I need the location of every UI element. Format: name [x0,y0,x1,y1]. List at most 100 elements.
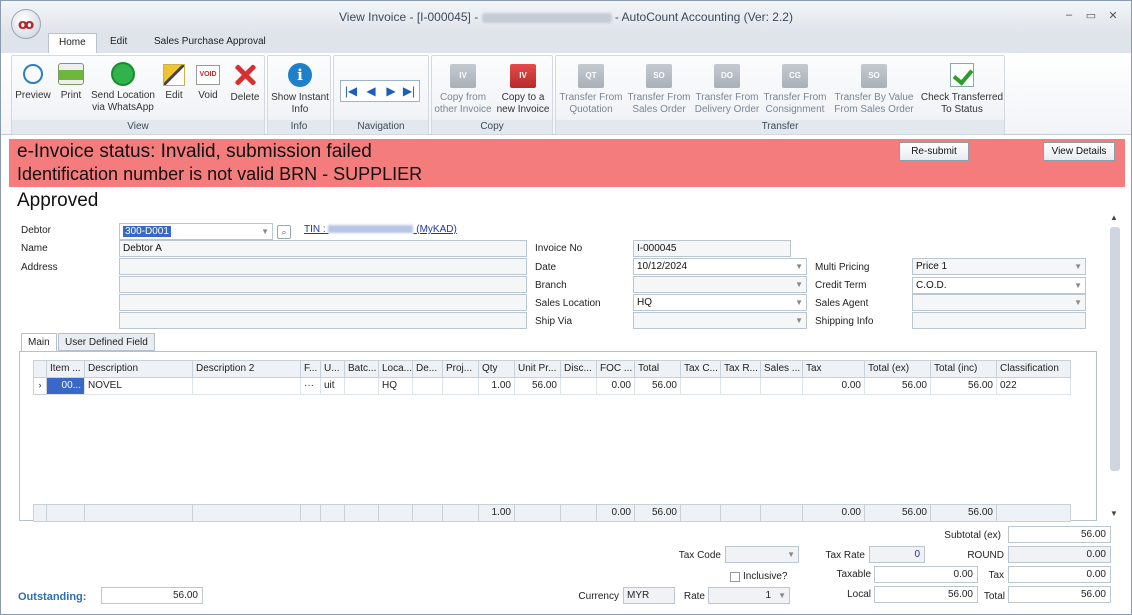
column-header-foc-qty[interactable]: FOC ... [597,360,635,378]
cell-classification[interactable]: 022 [997,378,1071,395]
debtor-lookup-icon[interactable]: ⌕ [277,225,291,239]
cell-batch[interactable] [345,378,379,395]
nav-first-icon[interactable]: |◀ [343,83,359,99]
minimize-icon[interactable]: – [1061,9,1077,21]
tab-main[interactable]: Main [21,333,57,352]
vertical-scrollbar[interactable]: ▲ ▼ [1107,211,1123,521]
address-line-1[interactable] [119,258,527,275]
show-instant-info-button[interactable]: i Show Instant Info [270,60,330,116]
column-header-project[interactable]: Proj... [443,360,479,378]
branch-select[interactable]: ▼ [633,276,807,293]
column-header-unit-price[interactable]: Unit Pr... [515,360,561,378]
cell-total[interactable]: 56.00 [635,378,681,395]
cell-project[interactable] [443,378,479,395]
nav-prev-icon[interactable]: ◀ [363,83,379,99]
column-header-tax-code[interactable]: Tax C... [681,360,721,378]
close-icon[interactable]: ✕ [1105,9,1121,22]
column-header-total-ex[interactable]: Total (ex) [865,360,931,378]
cell-tax-code[interactable] [681,378,721,395]
nav-next-icon[interactable]: ▶ [383,83,399,99]
column-header-batch[interactable]: Batc... [345,360,379,378]
scroll-down-icon[interactable]: ▼ [1110,509,1118,518]
cell-total-ex[interactable]: 56.00 [865,378,931,395]
transfer-by-value-icon: SO [861,64,887,88]
inclusive-checkbox[interactable] [730,572,740,582]
send-location-whatsapp-button[interactable]: Send Location via WhatsApp [90,60,156,114]
cell-description[interactable]: NOVEL [85,378,193,395]
credit-term-select[interactable]: C.O.D. ▼ [912,277,1086,294]
cell-sales-exemption[interactable] [761,378,803,395]
print-button[interactable]: Print [56,60,86,102]
preview-button[interactable]: Preview [14,60,52,102]
copy-from-other-invoice-button[interactable]: IV Copy from other Invoice [434,60,492,116]
resubmit-button[interactable]: Re-submit [899,142,969,161]
sales-agent-select[interactable]: ▼ [912,294,1086,311]
cell-dept[interactable] [413,378,443,395]
autocount-logo-button[interactable]: oo [11,9,41,39]
cell-description-2[interactable] [193,378,301,395]
rate-field[interactable]: 1 ▼ [708,587,790,604]
tab-home[interactable]: Home [48,33,97,53]
check-transferred-button[interactable]: Check Transferred To Status [920,60,1004,116]
cell-uom[interactable]: uit [321,378,345,395]
cell-tax[interactable]: 0.00 [803,378,865,395]
address-line-3[interactable] [119,294,527,311]
cell-item-code[interactable]: 00... [47,378,85,395]
multi-pricing-select[interactable]: Price 1 ▼ [912,258,1086,275]
shipping-info-field[interactable] [912,312,1086,329]
column-header-uom[interactable]: U... [321,360,345,378]
debtor-select[interactable]: 300-D001 ▼ [119,223,273,240]
transfer-by-value-button[interactable]: SO Transfer By Value From Sales Order [832,60,916,116]
tab-user-defined-field[interactable]: User Defined Field [58,333,155,351]
tab-sales-purchase-approval[interactable]: Sales Purchase Approval [154,36,266,47]
copy-to-new-invoice-button[interactable]: IV Copy to a new Invoice [494,60,552,116]
column-header-tax-rate[interactable]: Tax R... [721,360,761,378]
cell-further[interactable]: ··· [301,378,321,395]
view-details-button[interactable]: View Details [1043,142,1115,161]
tin-link[interactable]: TIN : (MyKAD) [304,224,457,235]
column-header-further[interactable]: F... [301,360,321,378]
tab-edit[interactable]: Edit [110,36,127,47]
column-header-classification[interactable]: Classification [997,360,1071,378]
column-header-location[interactable]: Loca... [379,360,413,378]
column-header-tax[interactable]: Tax [803,360,865,378]
column-header-discount[interactable]: Disc... [561,360,597,378]
scroll-thumb[interactable] [1110,227,1120,471]
restore-icon[interactable]: ▭ [1083,9,1099,22]
delete-button[interactable]: Delete [228,60,262,104]
transfer-from-consignment-button[interactable]: CG Transfer From Consignment [762,60,828,116]
cell-qty[interactable]: 1.00 [479,378,515,395]
name-field[interactable]: Debtor A [119,240,527,257]
cell-discount[interactable] [561,378,597,395]
nav-last-icon[interactable]: ▶| [401,83,417,99]
column-header-description-2[interactable]: Description 2 [193,360,301,378]
tax-code-select[interactable]: ▼ [725,546,799,563]
column-header-item-code[interactable]: Item ... [47,360,85,378]
cell-tax-rate[interactable] [721,378,761,395]
column-header-qty[interactable]: Qty [479,360,515,378]
scroll-up-icon[interactable]: ▲ [1110,213,1118,222]
column-header-sales-exemption[interactable]: Sales ... [761,360,803,378]
address-line-2[interactable] [119,276,527,293]
tax-field[interactable]: 0.00 [1008,566,1111,583]
column-header-total-inc[interactable]: Total (inc) [931,360,997,378]
sales-location-select[interactable]: HQ ▼ [633,294,807,311]
column-header-description[interactable]: Description [85,360,193,378]
edit-button[interactable]: Edit [160,60,188,102]
cell-foc-qty[interactable]: 0.00 [597,378,635,395]
transfer-from-quotation-button[interactable]: QT Transfer From Quotation [558,60,624,116]
cell-location[interactable]: HQ [379,378,413,395]
transfer-from-sales-order-button[interactable]: SO Transfer From Sales Order [626,60,692,116]
address-line-4[interactable] [119,312,527,329]
void-button[interactable]: VOID Void [194,60,222,102]
cell-unit-price[interactable]: 56.00 [515,378,561,395]
invoice-no-field[interactable]: I-000045 [633,240,791,257]
column-header-total[interactable]: Total [635,360,681,378]
cell-total-inc[interactable]: 56.00 [931,378,997,395]
date-field[interactable]: 10/12/2024 ▼ [633,258,807,275]
column-header-dept[interactable]: De... [413,360,443,378]
footer-qty: 1.00 [479,504,515,522]
taxable-field[interactable]: 0.00 [874,566,978,583]
ship-via-select[interactable]: ▼ [633,312,807,329]
transfer-from-delivery-order-button[interactable]: DO Transfer From Delivery Order [694,60,760,116]
